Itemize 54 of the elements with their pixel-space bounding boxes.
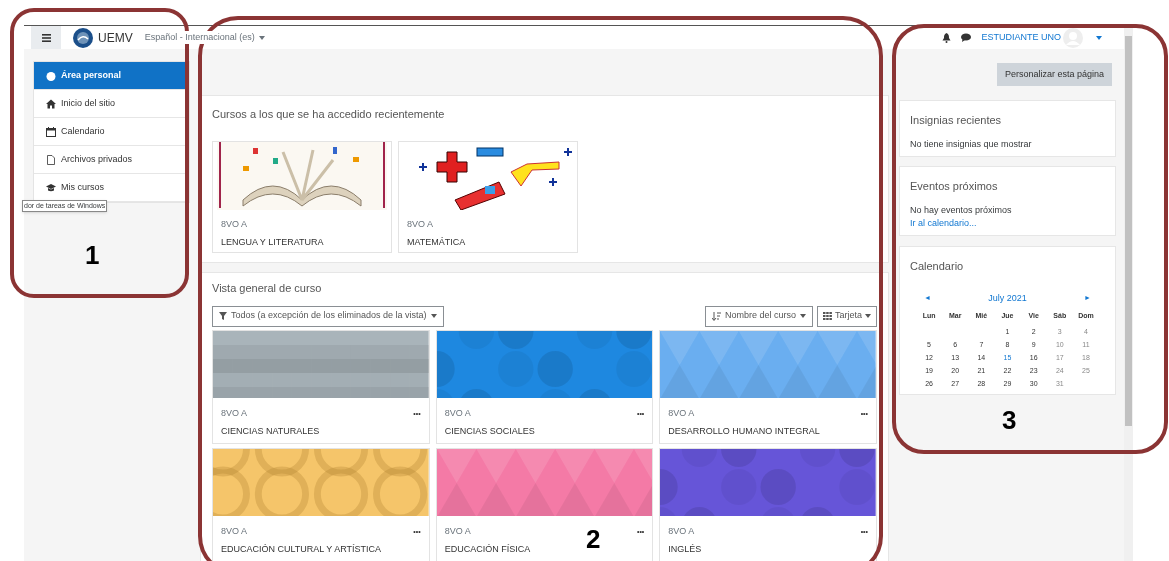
course-name[interactable]: LENGUA Y LITERATURA	[213, 236, 391, 250]
month-title[interactable]: July 2021	[988, 291, 1027, 305]
course-category: 8VO A	[220, 217, 248, 231]
sort-icon	[711, 311, 721, 321]
course-category: 8VO A	[668, 406, 695, 420]
course-category: 8VO A	[444, 524, 471, 538]
block-text: No tiene insignias que mostrar	[910, 137, 1033, 151]
course-name[interactable]: EDUCACIÓN CULTURAL Y ARTÍSTICA	[213, 543, 429, 557]
language-menu[interactable]: Español - Internacional (es)	[144, 30, 265, 45]
caret-icon	[800, 314, 806, 318]
course-card[interactable]: 8VO A LENGUA Y LITERATURA	[212, 140, 392, 253]
course-name[interactable]: CIENCIAS NATURALES	[213, 425, 429, 439]
course-name[interactable]: CIENCIAS SOCIALES	[436, 425, 653, 439]
avatar-icon[interactable]	[1063, 27, 1083, 48]
site-name[interactable]: UEMV	[98, 28, 133, 47]
user-name[interactable]: ESTUDIANTE UNO	[981, 30, 1061, 45]
annotation-number: 3	[1002, 407, 1017, 433]
block-title: Insignias recientes	[910, 113, 1003, 128]
grid-icon	[823, 312, 832, 320]
home-icon	[46, 98, 56, 109]
caret-icon	[865, 314, 871, 318]
file-icon	[46, 154, 56, 165]
course-name[interactable]: MATEMÁTICA	[399, 236, 577, 250]
annotation-number: 1	[85, 242, 100, 268]
block-text: No hay eventos próximos	[910, 203, 1013, 217]
caret-icon[interactable]	[1096, 35, 1102, 40]
course-category: 8VO A	[221, 406, 247, 420]
menu-button[interactable]	[31, 26, 61, 49]
calendar-link[interactable]: Ir al calendario...	[910, 217, 1105, 231]
course-card[interactable]: 8VO A MATEMÁTICA	[398, 140, 578, 253]
course-category: 8VO A	[668, 524, 695, 538]
panel-title: Vista general de curso	[212, 281, 323, 296]
filter-dropdown[interactable]: Todos (a excepción de los eliminados de la vista)	[212, 305, 444, 327]
sort-dropdown[interactable]: Nombre del curso	[704, 305, 813, 327]
annotation-number: 2	[586, 526, 601, 552]
bell-icon[interactable]	[942, 32, 952, 43]
menu-icon	[41, 33, 51, 42]
course-category: 8VO A	[406, 217, 434, 231]
chat-icon[interactable]	[961, 33, 972, 42]
course-category: 8VO A	[221, 524, 247, 538]
filter-icon	[219, 312, 227, 320]
scrollbar[interactable]	[1124, 26, 1133, 561]
calendar-icon	[46, 126, 56, 137]
view-dropdown[interactable]: Tarjeta	[817, 305, 877, 327]
block-title: Eventos próximos	[910, 179, 999, 194]
course-category: 8VO A	[444, 406, 471, 420]
course-name[interactable]: INGLÉS	[660, 543, 876, 557]
panel-title: Cursos a los que se ha accedido recientemente	[212, 107, 446, 122]
customize-page-button[interactable]: Personalizar esta página	[996, 63, 1112, 86]
caret-icon	[430, 314, 437, 318]
graduation-cap-icon	[46, 182, 56, 193]
course-name[interactable]: DESARROLLO HUMANO INTEGRAL	[660, 425, 876, 439]
block-title: Calendario	[910, 259, 965, 274]
caret-icon	[258, 35, 265, 40]
